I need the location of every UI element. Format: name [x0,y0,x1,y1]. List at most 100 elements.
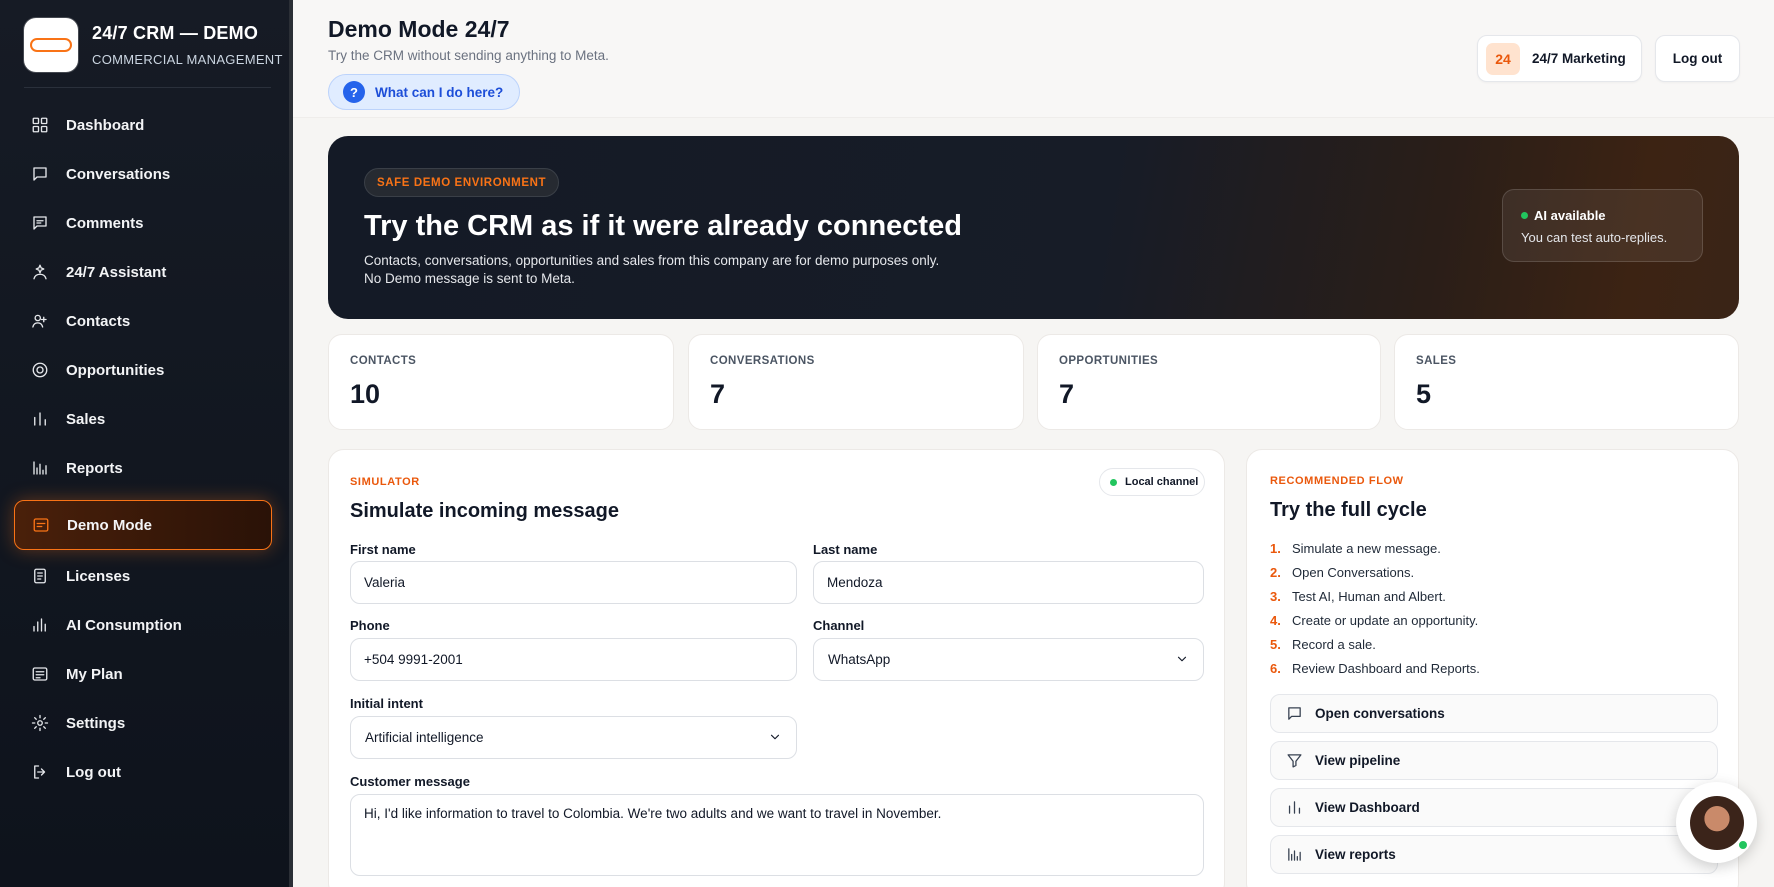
last-name-label: Last name [813,542,878,557]
sidebar-item-label: Dashboard [66,116,145,134]
open-conversations-button[interactable]: Open conversations [1270,694,1718,733]
sidebar-item-label: Log out [66,763,121,781]
sidebar-item-sales[interactable]: Sales [14,400,272,438]
sidebar-item-label: Conversations [66,165,171,183]
stat-label: CONVERSATIONS [710,355,815,367]
phone-label: Phone [350,618,390,633]
top-header: Demo Mode 24/7 Try the CRM without sendi… [293,0,1774,118]
sidebar-item-label: Sales [66,410,106,428]
intent-select[interactable]: Artificial intelligence [350,716,797,759]
view-pipeline-button[interactable]: View pipeline [1270,741,1718,780]
view-dashboard-button[interactable]: View Dashboard [1270,788,1718,827]
sidebar-item-label: AI Consumption [66,616,182,634]
online-status-icon [1737,839,1749,851]
sidebar-item-my-plan[interactable]: My Plan [14,655,272,693]
sidebar-item-opportunities[interactable]: Opportunities [14,351,272,389]
sidebar-item-label: Settings [66,714,126,732]
gear-icon [30,713,50,733]
sidebar-item-licenses[interactable]: Licenses [14,557,272,595]
status-dot-icon [1521,212,1528,219]
demo-hero-banner: SAFE DEMO ENVIRONMENT Try the CRM as if … [328,136,1739,319]
help-button-label: What can I do here? [375,84,504,100]
stat-value: 7 [1059,379,1075,409]
customer-message-textarea[interactable]: Hi, I'd like information to travel to Co… [350,794,1204,876]
sidebar-item-contacts[interactable]: Contacts [14,302,272,340]
page-subtitle: Try the CRM without sending anything to … [328,48,609,63]
stat-label: CONTACTS [350,355,417,367]
flow-button-label: View Dashboard [1315,800,1420,815]
sidebar-item-label: Contacts [66,312,131,330]
flow-eyebrow: RECOMMENDED FLOW [1270,475,1404,487]
sidebar-item-label: My Plan [66,665,123,683]
stat-card-opportunities: OPPORTUNITIES 7 [1037,334,1381,430]
sidebar-item-reports[interactable]: Reports [14,449,272,487]
flow-step: 6. Review Dashboard and Reports. [1270,661,1480,676]
sidebar-item-demo-mode[interactable]: Demo Mode [14,500,272,550]
chart-icon [30,615,50,635]
view-reports-button[interactable]: View reports [1270,835,1718,874]
sidebar-item-settings[interactable]: Settings [14,704,272,742]
channel-select[interactable]: WhatsApp [813,638,1204,681]
stat-card-contacts: CONTACTS 10 [328,334,674,430]
message-label: Customer message [350,774,470,789]
organization-badge: 24 [1486,42,1520,75]
ai-status-subtitle: You can test auto-replies. [1521,230,1668,245]
chevron-down-icon [768,730,782,744]
users-icon [30,311,50,331]
logout-icon [30,762,50,782]
help-button[interactable]: ? What can I do here? [328,74,521,110]
organization-name: 24/7 Marketing [1532,51,1626,66]
stat-value: 5 [1416,379,1432,409]
license-icon [30,566,50,586]
simulator-title: Simulate incoming message [350,500,619,522]
flow-button-label: Open conversations [1315,706,1445,721]
sidebar-item-comments[interactable]: Comments [14,204,272,242]
chevron-down-icon [1175,652,1189,666]
status-dot-icon [1110,478,1117,486]
sidebar-item-conversations[interactable]: Conversations [14,155,272,193]
filter-icon [1287,754,1302,768]
avatar [1689,795,1744,850]
intent-select-value: Artificial intelligence [365,730,484,745]
assistant-avatar-button[interactable] [1676,782,1757,863]
sidebar-item-assistant[interactable]: 24/7 Assistant [14,253,272,291]
first-name-field[interactable]: Valeria [350,561,797,604]
flow-button-label: View pipeline [1315,753,1401,768]
intent-label: Initial intent [350,696,423,711]
logout-button[interactable]: Log out [1655,35,1740,82]
simulator-card: SIMULATOR Simulate incoming message Loca… [328,449,1225,887]
local-channel-pill: Local channel [1099,468,1205,496]
logo-mark [30,38,72,52]
sidebar-item-log-out[interactable]: Log out [14,753,272,791]
target-icon [30,360,50,380]
assistant-icon [30,262,50,282]
stat-card-sales: SALES 5 [1394,334,1739,430]
last-name-field[interactable]: Mendoza [813,561,1204,604]
ai-status-box: AI available You can test auto-replies. [1502,189,1703,262]
question-icon: ? [343,81,365,103]
chat-icon [30,164,50,184]
organization-chip[interactable]: 24 24/7 Marketing [1477,35,1642,82]
safe-demo-pill: SAFE DEMO ENVIRONMENT [364,168,560,197]
sidebar-item-ai-consumption[interactable]: AI Consumption [14,606,272,644]
page-title: Demo Mode 24/7 [328,16,510,42]
bars-icon [30,409,50,429]
flow-title: Try the full cycle [1270,499,1427,521]
report-icon [1288,848,1301,861]
sidebar-item-label: Reports [66,459,123,477]
sidebar-item-label: Demo Mode [67,516,153,534]
phone-field[interactable]: +504 9991-2001 [350,638,797,681]
channel-select-value: WhatsApp [828,652,891,667]
brand: 24/7 CRM — DEMO COMMERCIAL MANAGEMENT [24,18,283,72]
sidebar-item-dashboard[interactable]: Dashboard [14,106,272,144]
simulator-eyebrow: SIMULATOR [350,476,420,488]
flow-step: 2. Open Conversations. [1270,565,1415,580]
demo-icon [31,515,51,535]
comment-icon [30,213,50,233]
hero-description: Contacts, conversations, opportunities a… [364,253,940,268]
brand-divider [24,87,271,88]
channel-label: Channel [813,618,865,633]
sidebar-item-label: 24/7 Assistant [66,263,167,281]
brand-subtitle: COMMERCIAL MANAGEMENT [92,52,283,67]
stat-card-conversations: CONVERSATIONS 7 [688,334,1024,430]
